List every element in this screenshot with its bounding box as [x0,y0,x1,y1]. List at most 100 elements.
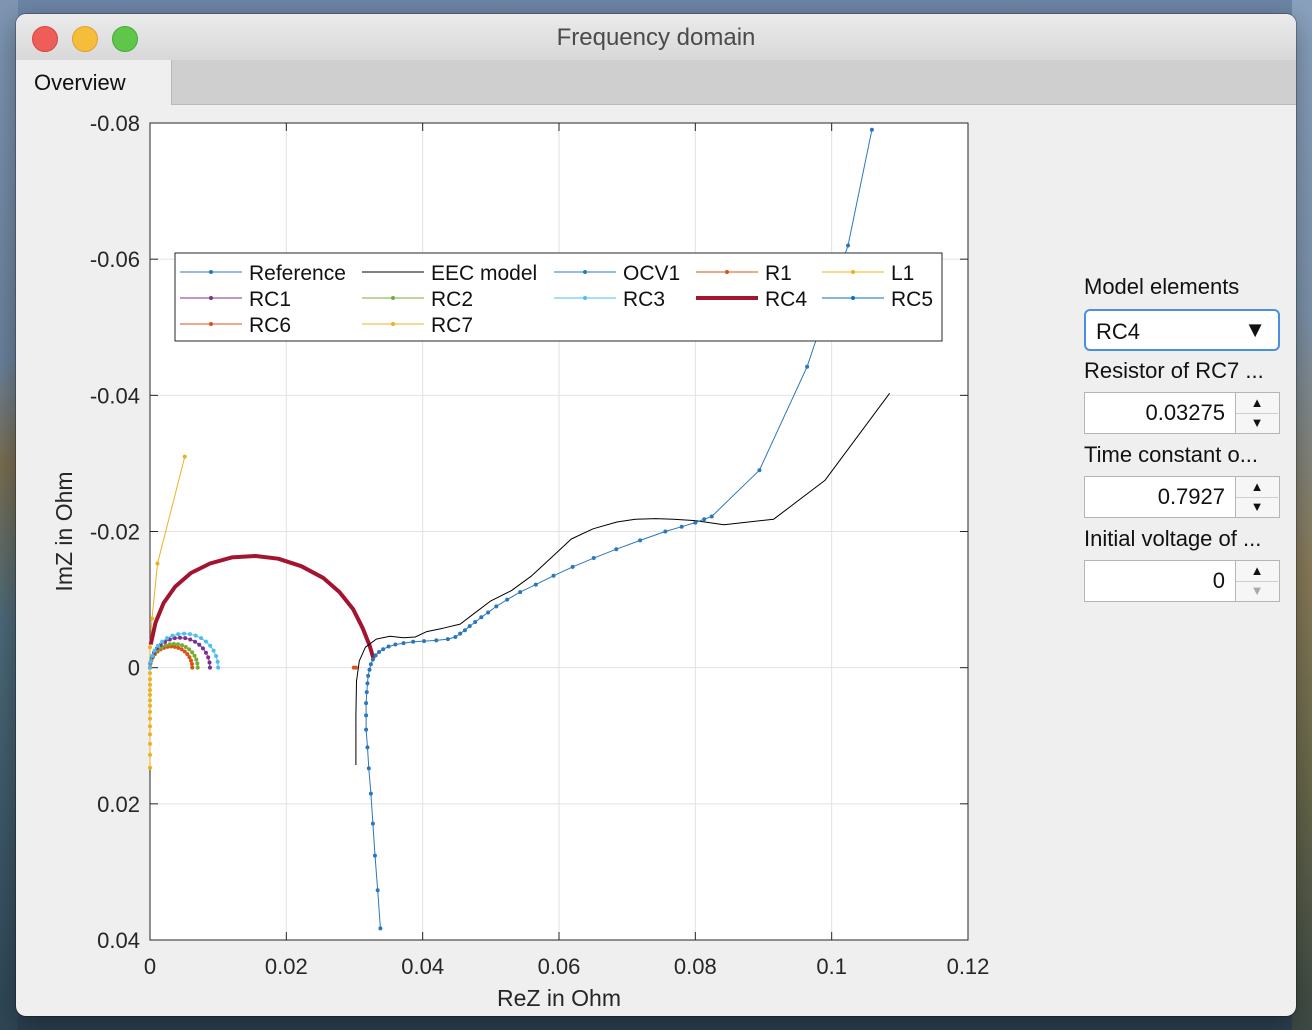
time-constant-field[interactable]: 0.7927 [1084,476,1236,518]
data-point [189,662,194,667]
data-point [170,633,175,638]
data-point [216,665,221,670]
data-point [188,632,193,637]
data-point [679,524,684,529]
increment-arrow-icon[interactable]: ▲ [1236,561,1278,582]
initial-voltage-stepper: ▲ ▼ [1236,560,1280,602]
data-point [378,926,383,931]
legend-label: OCV1 [623,262,680,285]
decrement-arrow-icon[interactable]: ▼ [1236,413,1278,433]
x-tick-label: 0.04 [401,954,444,979]
data-point [709,514,714,519]
legend-marker [851,270,855,274]
data-point [167,642,172,647]
data-point [377,650,382,655]
data-point [190,665,195,670]
legend-marker [851,296,855,300]
data-point [152,648,157,653]
data-point [148,688,152,693]
legend-marker [391,296,395,300]
data-point [155,561,160,566]
data-point [148,665,152,670]
data-point [370,657,375,662]
decrement-arrow-icon[interactable]: ▼ [1236,581,1278,601]
data-point [702,517,707,522]
data-point [533,582,538,587]
data-point [211,648,216,653]
data-point [846,243,851,248]
data-point [148,682,152,687]
data-point [148,741,152,746]
y-tick-label: -0.02 [90,520,140,545]
data-point [150,654,155,659]
data-point [182,631,187,636]
data-point [364,690,369,695]
data-point [192,639,197,644]
data-point [171,641,176,646]
data-point [182,454,187,459]
legend-marker [725,270,729,274]
x-axis-label: ReZ in Ohm [497,985,621,1011]
data-point [195,665,200,670]
data-point [367,667,372,672]
legend-label: R1 [765,262,792,285]
data-point [148,659,153,664]
data-point [364,713,369,718]
data-point [199,636,204,641]
data-point [160,639,165,644]
legend-marker [209,322,213,326]
legend-marker [583,270,587,274]
data-point [505,597,510,602]
legend-label: L1 [891,262,914,285]
data-point [693,520,698,525]
data-point [148,724,152,729]
data-point [368,662,373,667]
data-point [479,615,484,620]
x-tick-label: 0 [144,954,156,979]
data-point [494,604,499,609]
model-elements-dropdown[interactable]: RC4 ▼ [1084,309,1280,351]
x-tick-label: 0.08 [674,954,717,979]
y-tick-label: 0 [128,656,140,681]
data-point [570,564,575,569]
legend-label: Reference [249,262,346,285]
data-point [372,853,377,858]
data-point [177,635,182,640]
data-point [614,547,619,552]
data-point [195,661,200,666]
data-point [203,650,208,655]
data-point [176,632,181,637]
data-point [373,653,378,658]
x-tick-label: 0.12 [947,954,990,979]
data-point [663,529,668,534]
data-point [150,616,155,621]
resistor-field[interactable]: 0.03275 [1084,392,1236,434]
resistor-spinner: 0.03275 ▲ ▼ [1084,392,1280,434]
nyquist-plot[interactable]: 0 0.02 0.04 0.06 0.08 0.1 0.12 -0.08 -0.06 -0.04 -… [16,14,1076,1016]
data-point [148,645,152,650]
data-point [453,635,458,640]
time-constant-spinner: 0.7927 ▲ ▼ [1084,476,1280,518]
decrement-arrow-icon[interactable]: ▼ [1236,497,1278,517]
model-elements-value: RC4 [1096,319,1141,344]
series-r1 [351,665,358,670]
increment-arrow-icon[interactable]: ▲ [1236,393,1278,414]
initial-voltage-field[interactable]: 0 [1084,560,1236,602]
data-point [148,765,152,770]
legend-label: RC3 [623,288,665,311]
legend-label: EEC model [431,262,537,285]
legend-marker [209,296,213,300]
y-tick-label: 0.02 [97,792,140,817]
data-point [207,660,212,665]
time-constant-stepper: ▲ ▼ [1236,476,1280,518]
legend-marker [391,322,395,326]
increment-arrow-icon[interactable]: ▲ [1236,477,1278,498]
data-point [148,671,152,676]
data-point [365,681,370,686]
data-point [353,665,358,670]
data-point [188,658,193,663]
data-point [148,716,152,721]
data-point [473,620,478,625]
data-point [551,573,556,578]
data-point [366,673,371,678]
